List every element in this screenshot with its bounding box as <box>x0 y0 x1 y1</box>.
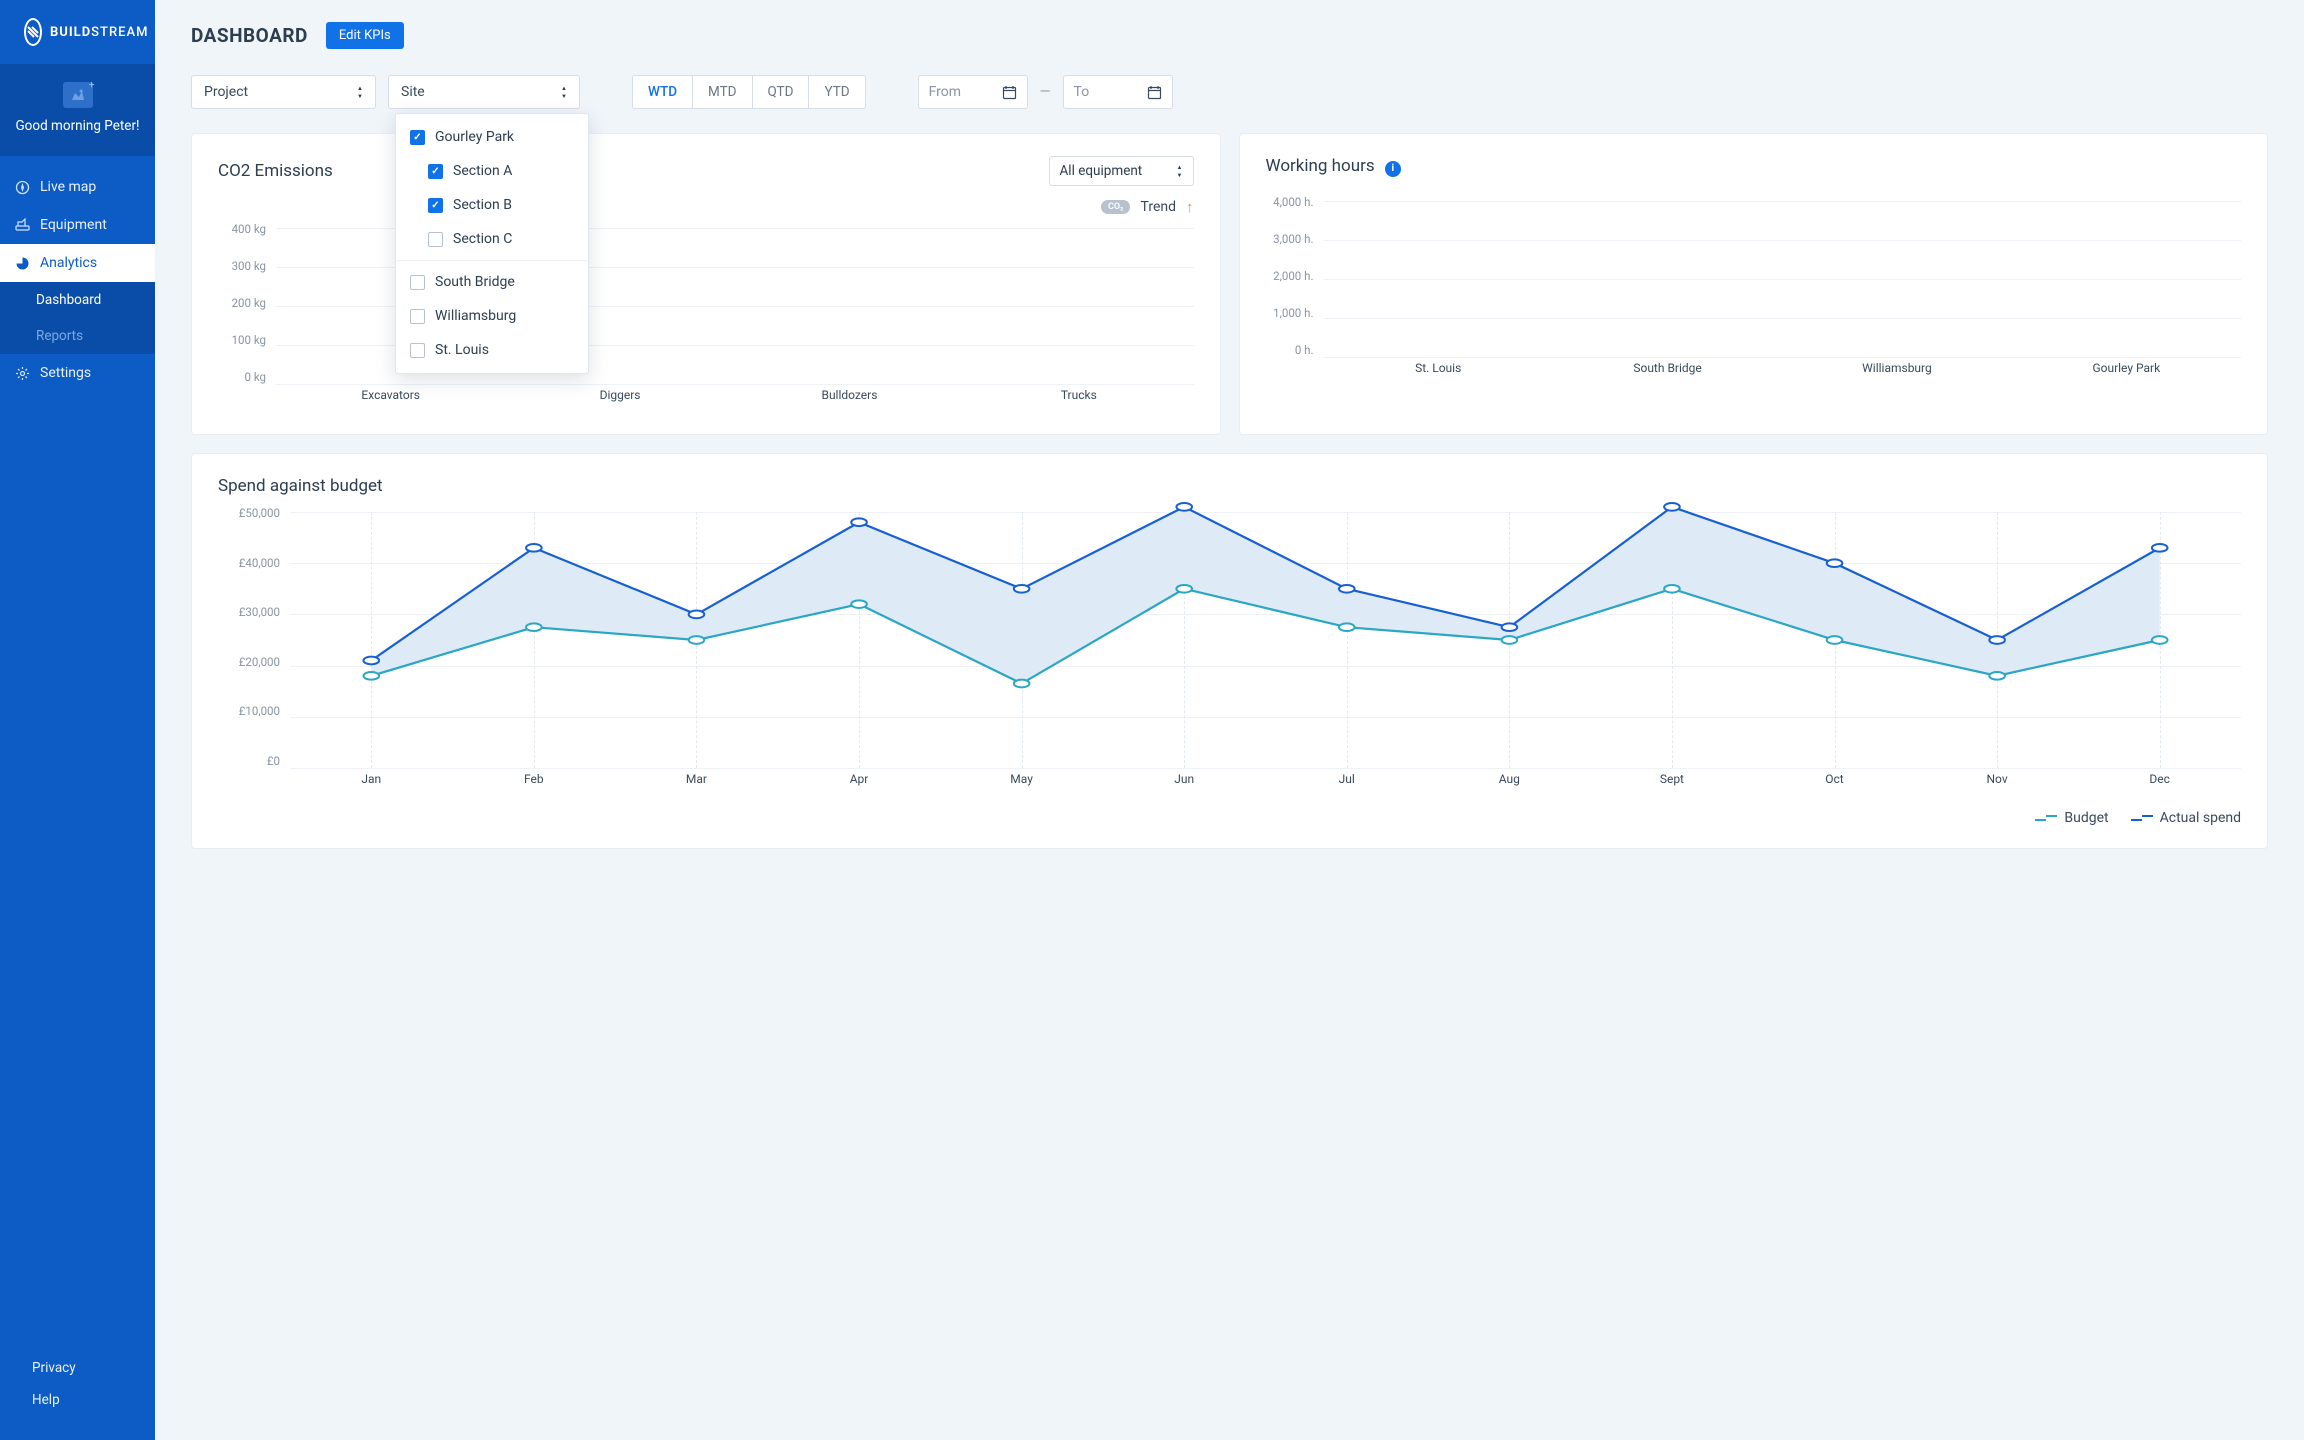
page-header: DASHBOARD Edit KPIs <box>191 22 2268 49</box>
line-icon <box>2131 813 2153 823</box>
main-content: DASHBOARD Edit KPIs Project Site WTD MTD… <box>155 0 2304 1440</box>
nav-live-map[interactable]: Live map <box>0 168 155 206</box>
nav-dashboard[interactable]: Dashboard <box>0 282 155 318</box>
nav-settings[interactable]: Settings <box>0 354 155 392</box>
profile-block: Good morning Peter! <box>0 64 155 156</box>
co2-chart: 400 kg300 kg200 kg100 kg0 kgExcavatorsDi… <box>218 222 1194 412</box>
co2-card: CO2 Emissions All equipment CO₂ Trend ↑ … <box>191 133 1221 435</box>
site-dropdown: Gourley ParkSection ASection BSection C S… <box>395 113 589 374</box>
sort-icon <box>561 85 567 100</box>
compass-icon <box>14 179 30 195</box>
logo-icon <box>24 18 42 46</box>
greeting: Good morning Peter! <box>8 118 147 134</box>
equipment-select[interactable]: All equipment <box>1049 156 1194 186</box>
site-select[interactable]: Site <box>388 75 580 109</box>
main-nav: Live map Equipment Analytics Dashboard R… <box>0 156 155 1352</box>
nav-label: Live map <box>40 179 96 195</box>
site-option[interactable]: Section B <box>396 188 588 222</box>
checkbox-icon <box>410 309 425 324</box>
spend-title: Spend against budget <box>218 476 2241 496</box>
period-segmented: WTD MTD QTD YTD <box>632 75 866 109</box>
legend-actual: Actual spend <box>2131 810 2241 826</box>
info-icon[interactable]: i <box>1385 161 1401 177</box>
avatar-placeholder-icon[interactable] <box>63 82 93 108</box>
spend-legend: Budget Actual spend <box>218 810 2241 826</box>
spend-card: Spend against budget £50,000£40,000£30,0… <box>191 453 2268 849</box>
legend-budget: Budget <box>2035 810 2108 826</box>
hours-chart: 4,000 h.3,000 h.2,000 h.1,000 h.0 h.St. … <box>1266 195 2242 385</box>
nav-help[interactable]: Help <box>0 1384 155 1416</box>
site-option[interactable]: South Bridge <box>396 265 588 299</box>
calendar-icon <box>1002 85 1017 100</box>
checkbox-icon <box>410 275 425 290</box>
site-option[interactable]: St. Louis <box>396 333 588 367</box>
spend-chart: £50,000£40,000£30,000£20,000£10,000£0Jan… <box>218 506 2241 796</box>
equipment-icon <box>14 217 30 233</box>
checkbox-icon <box>428 232 443 247</box>
site-option[interactable]: Section A <box>396 154 588 188</box>
site-option[interactable]: Gourley Park <box>396 120 588 154</box>
pie-chart-icon <box>14 255 30 271</box>
period-ytd[interactable]: YTD <box>809 76 864 108</box>
site-option[interactable]: Williamsburg <box>396 299 588 333</box>
edit-kpis-button[interactable]: Edit KPIs <box>326 22 404 49</box>
filter-bar: Project Site WTD MTD QTD YTD From — To <box>191 75 2268 109</box>
co2-title: CO2 Emissions <box>218 161 333 181</box>
nav-label: Settings <box>40 365 91 381</box>
period-mtd[interactable]: MTD <box>693 76 753 108</box>
trend-label: Trend <box>1140 199 1176 215</box>
gear-icon <box>14 365 30 381</box>
calendar-icon <box>1147 85 1162 100</box>
date-from[interactable]: From <box>918 75 1028 109</box>
nav-analytics[interactable]: Analytics <box>0 244 155 282</box>
nav-label: Equipment <box>40 217 107 233</box>
period-wtd[interactable]: WTD <box>633 76 693 108</box>
date-to[interactable]: To <box>1063 75 1173 109</box>
checkbox-icon <box>410 343 425 358</box>
co2-badge-icon: CO₂ <box>1101 200 1130 214</box>
sidebar: BUILDSTREAM Good morning Peter! Live map… <box>0 0 155 1440</box>
logo[interactable]: BUILDSTREAM <box>0 0 155 64</box>
arrow-up-icon: ↑ <box>1186 198 1194 216</box>
nav-label: Analytics <box>40 255 97 271</box>
period-qtd[interactable]: QTD <box>753 76 810 108</box>
sort-icon <box>357 85 363 100</box>
trend-row: CO₂ Trend ↑ <box>218 198 1194 216</box>
date-range-dash: — <box>1040 84 1051 100</box>
sidebar-footer: Privacy Help <box>0 1352 155 1440</box>
checkbox-icon <box>410 130 425 145</box>
line-icon <box>2035 813 2057 823</box>
nav-reports[interactable]: Reports <box>0 318 155 354</box>
nav-equipment[interactable]: Equipment <box>0 206 155 244</box>
project-select[interactable]: Project <box>191 75 376 109</box>
checkbox-icon <box>428 164 443 179</box>
checkbox-icon <box>428 198 443 213</box>
nav-privacy[interactable]: Privacy <box>0 1352 155 1384</box>
logo-text: BUILDSTREAM <box>50 25 148 40</box>
hours-title: Working hours i <box>1266 156 1401 177</box>
page-title: DASHBOARD <box>191 24 308 47</box>
site-option[interactable]: Section C <box>396 222 588 256</box>
hours-card: Working hours i 4,000 h.3,000 h.2,000 h.… <box>1239 133 2269 435</box>
sort-icon <box>1177 164 1183 179</box>
